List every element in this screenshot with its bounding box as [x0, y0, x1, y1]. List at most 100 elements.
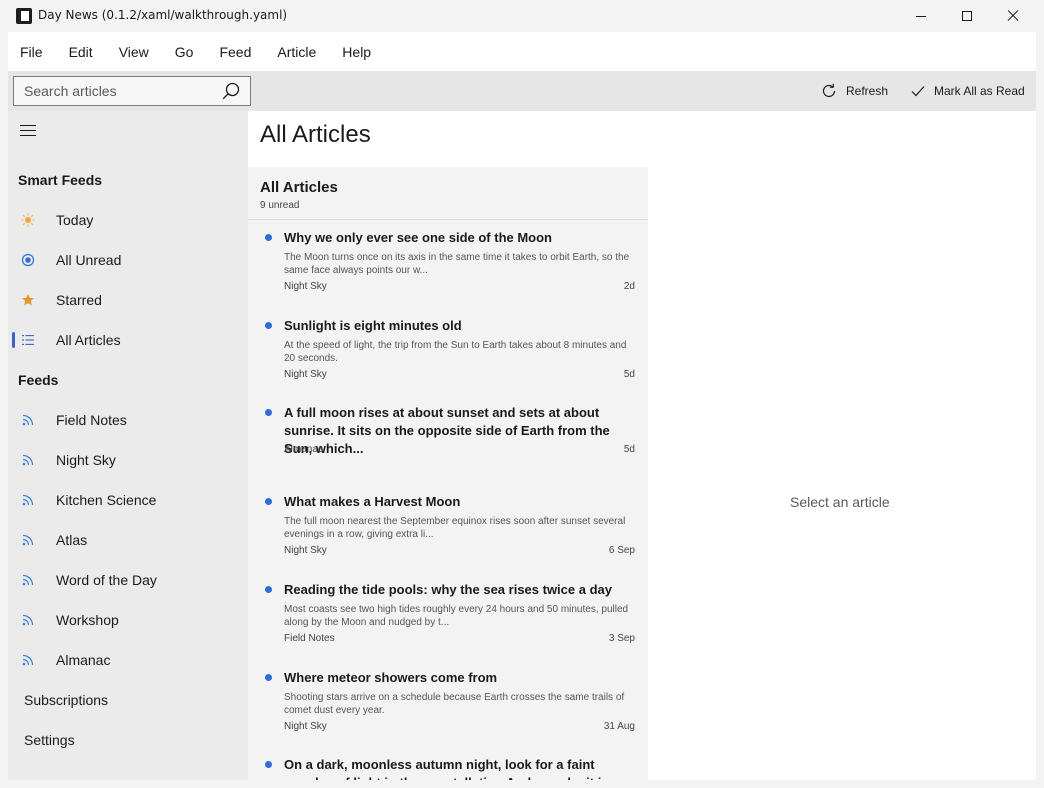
article-list-header: All Articles 9 unread [248, 167, 648, 220]
search-icon[interactable] [222, 82, 240, 100]
empty-detail-message: Select an article [790, 494, 890, 510]
unread-dot [265, 322, 272, 329]
sun-icon [21, 213, 35, 227]
article-item[interactable]: Why we only ever see one side of the Moo… [248, 227, 648, 311]
article-time: 5d [623, 369, 635, 380]
list-icon [22, 335, 34, 345]
sidebar-item-starred[interactable]: Starred [12, 284, 244, 316]
close-icon [1007, 10, 1019, 22]
sidebar-item-all-unread[interactable]: All Unread [12, 244, 244, 276]
smart-feeds-title: Smart Feeds [18, 172, 103, 188]
toolbar: Refresh Mark All as Read [8, 71, 1036, 111]
sidebar-item-label: Almanac [56, 652, 111, 668]
sidebar-item-label: Kitchen Science [56, 492, 157, 508]
close-button[interactable] [990, 0, 1036, 32]
refresh-label: Refresh [846, 84, 889, 98]
page-title: All Articles [260, 121, 371, 148]
rss-icon [22, 414, 34, 426]
unread-dot [265, 586, 272, 593]
sidebar-item-label: Workshop [56, 612, 119, 628]
unread-dot [265, 498, 272, 505]
sidebar-item-word-of-the-day[interactable]: Word of the Day [12, 564, 244, 596]
unread-dot [265, 234, 272, 241]
rss-icon [22, 654, 34, 666]
maximize-button[interactable] [944, 0, 990, 32]
hamburger-menu-icon[interactable] [20, 125, 36, 137]
sidebar-item-label: All Articles [56, 332, 121, 348]
menu-go[interactable]: Go [175, 44, 194, 60]
search-box [13, 76, 251, 106]
sidebar-item-label: Atlas [56, 532, 88, 548]
article-title: What makes a Harvest Moon [284, 494, 461, 509]
article-item[interactable]: A full moon rises at about sunset and se… [248, 402, 648, 486]
article-item[interactable]: Where meteor showers come from Shooting … [248, 667, 648, 751]
article-item[interactable]: What makes a Harvest Moon The full moon … [248, 491, 648, 575]
refresh-icon [822, 83, 836, 98]
menu-help[interactable]: Help [342, 44, 371, 60]
sidebar-item-label: Word of the Day [56, 572, 157, 588]
article-list: All Articles 9 unread Why we only ever s… [248, 167, 648, 780]
sidebar-item-label: Night Sky [56, 452, 116, 468]
mark-all-read-label: Mark All as Read [934, 84, 1025, 98]
article-item[interactable]: Reading the tide pools: why the sea rise… [248, 579, 648, 663]
article-time: 2d [623, 281, 635, 292]
checkmark-icon [911, 86, 925, 97]
article-title: A full moon rises at about sunset and se… [284, 405, 610, 456]
article-feed: Night Sky [284, 281, 327, 292]
article-time: 6 Sep [608, 545, 635, 556]
search-input[interactable] [14, 77, 214, 105]
article-title: Reading the tide pools: why the sea rise… [284, 582, 612, 597]
maximize-icon [962, 11, 972, 21]
rss-icon [22, 494, 34, 506]
article-list-title: All Articles [260, 179, 338, 196]
article-feed: Almanac [284, 444, 323, 455]
sidebar-item-field-notes[interactable]: Field Notes [12, 404, 244, 436]
sidebar-item-night-sky[interactable]: Night Sky [12, 444, 244, 476]
article-item[interactable]: Sunlight is eight minutes old At the spe… [248, 315, 648, 399]
menu-view[interactable]: View [119, 44, 149, 60]
article-snippet: Most coasts see two high tides roughly e… [284, 604, 629, 628]
article-snippet: The full moon nearest the September equi… [284, 516, 626, 540]
sidebar-item-label: Field Notes [56, 412, 127, 428]
minimize-button[interactable] [898, 0, 944, 32]
article-snippet: At the speed of light, the trip from the… [284, 340, 627, 364]
sidebar-item-workshop[interactable]: Workshop [12, 604, 244, 636]
star-icon [22, 294, 34, 306]
article-title: Sunlight is eight minutes old [284, 318, 462, 333]
article-title: Why we only ever see one side of the Moo… [284, 230, 552, 245]
sidebar-item-label: Today [56, 212, 94, 228]
app-icon [16, 8, 32, 24]
article-snippet: The Moon turns once on its axis in the s… [284, 252, 630, 276]
sidebar-item-label: Starred [56, 292, 102, 308]
rss-icon [22, 614, 34, 626]
menu-article[interactable]: Article [277, 44, 316, 60]
sidebar: Smart Feeds Today All Unread Starred All… [8, 111, 248, 780]
radio-icon [21, 253, 35, 267]
menu-bar: File Edit View Go Feed Article Help [8, 32, 1036, 71]
refresh-button[interactable]: Refresh [820, 81, 888, 101]
rss-icon [22, 574, 34, 586]
minimize-icon [916, 15, 926, 17]
sidebar-item-kitchen-science[interactable]: Kitchen Science [12, 484, 244, 516]
article-item[interactable]: On a dark, moonless autumn night, look f… [248, 754, 648, 780]
settings-link[interactable]: Settings [24, 732, 75, 748]
main-content: All Articles All Articles 9 unread Why w… [248, 111, 1036, 780]
window-title: Day News (0.1.2/xaml/walkthrough.yaml) [38, 8, 288, 22]
menu-edit[interactable]: Edit [69, 44, 93, 60]
article-feed: Field Notes [284, 633, 335, 644]
article-time: 3 Sep [608, 633, 635, 644]
unread-count: 9 unread [260, 200, 300, 211]
sidebar-item-all-articles[interactable]: All Articles [12, 324, 244, 356]
article-time: 5d [623, 444, 635, 455]
sidebar-item-atlas[interactable]: Atlas [12, 524, 244, 556]
feeds-title: Feeds [18, 372, 59, 388]
menu-file[interactable]: File [20, 44, 43, 60]
sidebar-item-almanac[interactable]: Almanac [12, 644, 244, 676]
mark-all-read-button[interactable]: Mark All as Read [910, 81, 1025, 101]
sidebar-item-label: All Unread [56, 252, 122, 268]
article-feed: Night Sky [284, 369, 327, 380]
subscriptions-link[interactable]: Subscriptions [24, 692, 108, 708]
sidebar-item-today[interactable]: Today [12, 204, 244, 236]
menu-feed[interactable]: Feed [219, 44, 251, 60]
unread-dot [265, 761, 272, 768]
